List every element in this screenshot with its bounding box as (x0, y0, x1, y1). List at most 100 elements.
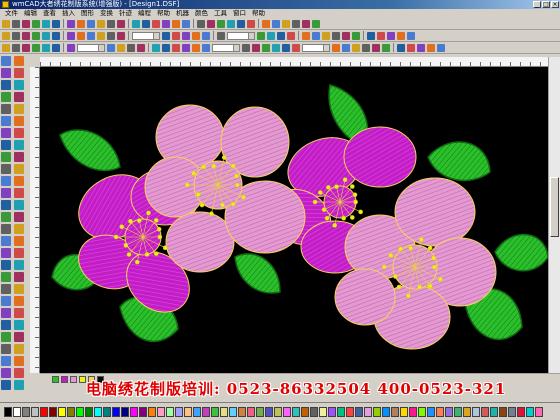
palette-swatch[interactable] (301, 406, 309, 417)
copy-icon[interactable] (277, 31, 285, 40)
palette-swatch[interactable] (175, 406, 183, 417)
print-icon[interactable] (32, 43, 40, 52)
palette-swatch[interactable] (382, 406, 390, 417)
tool-icon[interactable] (1, 248, 11, 258)
tool-icon[interactable] (14, 128, 24, 138)
close-button[interactable]: × (551, 1, 559, 8)
tool-icon[interactable] (1, 236, 11, 246)
open-icon[interactable] (197, 19, 205, 28)
print-icon[interactable] (382, 43, 390, 52)
palette-swatch[interactable] (517, 406, 525, 417)
palette-swatch[interactable] (130, 406, 138, 417)
menu-insert[interactable]: 插入 (59, 9, 78, 18)
palette-swatch[interactable] (481, 406, 489, 417)
tool-icon[interactable] (1, 308, 11, 318)
tool-icon[interactable] (1, 176, 11, 186)
palette-swatch[interactable] (67, 406, 75, 417)
open-icon[interactable] (12, 19, 20, 28)
palette-swatch[interactable] (472, 406, 480, 417)
open-icon[interactable] (12, 43, 20, 52)
new-icon[interactable] (2, 31, 10, 40)
tool-icon[interactable] (14, 212, 24, 222)
copy-icon[interactable] (237, 19, 245, 28)
tool-icon[interactable] (1, 356, 11, 366)
print-icon[interactable] (32, 19, 40, 28)
zoom-icon[interactable] (202, 31, 210, 40)
zoom-icon[interactable] (87, 19, 95, 28)
minimize-button[interactable]: _ (533, 1, 541, 8)
menu-transform[interactable]: 变换 (97, 9, 116, 18)
cut-icon[interactable] (132, 19, 140, 28)
new-icon[interactable] (97, 19, 105, 28)
palette-swatch[interactable] (454, 406, 462, 417)
copy-icon[interactable] (397, 43, 405, 52)
tool-icon[interactable] (1, 320, 11, 330)
tool-icon[interactable] (14, 200, 24, 210)
palette-swatch[interactable] (364, 406, 372, 417)
tool-icon[interactable] (1, 140, 11, 150)
palette-swatch[interactable] (490, 406, 498, 417)
tool-icon[interactable] (1, 380, 11, 390)
maximize-button[interactable]: □ (542, 1, 550, 8)
palette-swatch[interactable] (121, 406, 129, 417)
menu-stitch[interactable]: 针迹 (116, 9, 135, 18)
menu-edit[interactable]: 编辑 (21, 9, 40, 18)
copy-icon[interactable] (282, 43, 290, 52)
palette-swatch[interactable] (112, 406, 120, 417)
tool-icon[interactable] (14, 104, 24, 114)
tool-icon[interactable] (1, 68, 11, 78)
tool-icon[interactable] (1, 272, 11, 282)
print-icon[interactable] (217, 19, 225, 28)
print-icon[interactable] (262, 43, 270, 52)
palette-swatch[interactable] (265, 406, 273, 417)
cut-icon[interactable] (42, 31, 50, 40)
copy-icon[interactable] (162, 31, 170, 40)
tool-icon[interactable] (14, 356, 24, 366)
palette-swatch[interactable] (337, 406, 345, 417)
paste-icon[interactable] (172, 31, 180, 40)
redo-icon[interactable] (397, 31, 405, 40)
cut-icon[interactable] (272, 43, 280, 52)
tool-icon[interactable] (14, 284, 24, 294)
tool-icon[interactable] (1, 260, 11, 270)
palette-swatch[interactable] (328, 406, 336, 417)
open-icon[interactable] (107, 19, 115, 28)
palette-swatch[interactable] (391, 406, 399, 417)
redo-icon[interactable] (77, 19, 85, 28)
zoom-icon[interactable] (272, 19, 280, 28)
scroll-thumb[interactable] (550, 177, 559, 237)
zoom-icon[interactable] (87, 31, 95, 40)
zoom-icon[interactable] (107, 43, 115, 52)
zoom-icon[interactable] (312, 31, 320, 40)
tool-icon[interactable] (1, 188, 11, 198)
tool-icon[interactable] (1, 284, 11, 294)
copy-icon[interactable] (162, 43, 170, 52)
tool-icon[interactable] (14, 368, 24, 378)
zoom-icon[interactable] (407, 31, 415, 40)
open-icon[interactable] (127, 43, 135, 52)
palette-swatch[interactable] (58, 406, 66, 417)
save-icon[interactable] (342, 31, 350, 40)
tool-icon[interactable] (14, 152, 24, 162)
palette-swatch[interactable] (526, 406, 534, 417)
undo-icon[interactable] (182, 43, 190, 52)
tool-icon[interactable] (14, 188, 24, 198)
tool-icon[interactable] (1, 80, 11, 90)
redo-icon[interactable] (262, 19, 270, 28)
redo-icon[interactable] (172, 19, 180, 28)
palette-swatch[interactable] (148, 406, 156, 417)
open-icon[interactable] (12, 31, 20, 40)
tool-icon[interactable] (1, 212, 11, 222)
tool-icon[interactable] (14, 296, 24, 306)
undo-icon[interactable] (387, 31, 395, 40)
cut-icon[interactable] (227, 19, 235, 28)
save-icon[interactable] (117, 31, 125, 40)
tool-icon[interactable] (14, 56, 24, 66)
tool-icon[interactable] (1, 296, 11, 306)
tool-icon[interactable] (14, 224, 24, 234)
undo-icon[interactable] (182, 31, 190, 40)
menu-window[interactable]: 窗口 (230, 9, 249, 18)
palette-swatch[interactable] (103, 406, 111, 417)
tool-icon[interactable] (14, 80, 24, 90)
paste-icon[interactable] (292, 43, 300, 52)
